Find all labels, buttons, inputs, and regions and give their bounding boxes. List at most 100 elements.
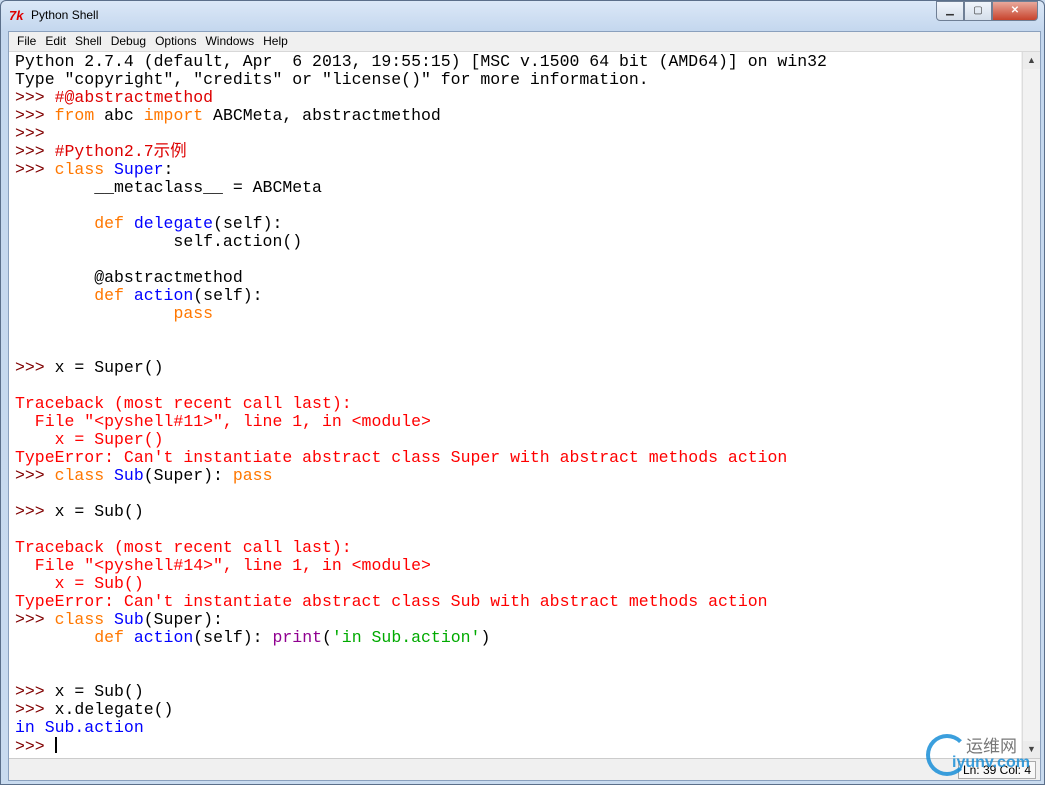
- code-text: (self):: [193, 286, 263, 305]
- error-text: File "<pyshell#11>", line 1, in <module>: [15, 412, 431, 431]
- definition-name: action: [133, 286, 194, 305]
- shell-line: x = Super(): [15, 431, 827, 449]
- close-button[interactable]: ✕: [992, 1, 1038, 21]
- title-bar[interactable]: 7k Python Shell ▁ ▢ ✕: [1, 1, 1044, 29]
- prompt: >>>: [15, 142, 55, 161]
- shell-line: >>> #@abstractmethod: [15, 89, 827, 107]
- comment: #Python2.7示例: [54, 142, 187, 161]
- shell-text-area[interactable]: Python 2.7.4 (default, Apr 6 2013, 19:55…: [9, 52, 1021, 758]
- shell-line: TypeError: Can't instantiate abstract cl…: [15, 593, 827, 611]
- keyword: class: [54, 610, 105, 629]
- prompt: >>>: [15, 160, 55, 179]
- shell-line: Python 2.7.4 (default, Apr 6 2013, 19:55…: [15, 53, 827, 71]
- definition-name: Sub: [114, 610, 144, 629]
- code-text: ABCMeta, abstractmethod: [203, 106, 441, 125]
- shell-line: Traceback (most recent call last):: [15, 395, 827, 413]
- menu-options[interactable]: Options: [152, 32, 202, 51]
- builtin: print: [272, 628, 322, 647]
- scroll-up-icon[interactable]: ▲: [1023, 52, 1040, 69]
- menu-debug[interactable]: Debug: [108, 32, 152, 51]
- shell-line: File "<pyshell#11>", line 1, in <module>: [15, 413, 827, 431]
- prompt: >>>: [15, 124, 45, 143]
- keyword: def: [94, 214, 124, 233]
- shell-line: def action(self): print('in Sub.action'): [15, 629, 827, 647]
- code-text: abc: [94, 106, 144, 125]
- prompt: >>>: [15, 682, 55, 701]
- menu-windows[interactable]: Windows: [202, 32, 260, 51]
- keyword: class: [54, 466, 105, 485]
- keyword: pass: [232, 466, 273, 485]
- code-text: x.delegate(): [54, 700, 174, 719]
- prompt: >>>: [15, 88, 55, 107]
- shell-line: TypeError: Can't instantiate abstract cl…: [15, 449, 827, 467]
- definition-name: action: [133, 628, 194, 647]
- shell-line: self.action(): [15, 233, 827, 251]
- maximize-icon: ▢: [973, 5, 983, 16]
- code-text: (self):: [193, 628, 273, 647]
- minimize-button[interactable]: ▁: [936, 1, 964, 21]
- code-text: Type "copyright", "credits" or "license(…: [15, 70, 649, 89]
- shell-line: >>> class Sub(Super): pass: [15, 467, 827, 485]
- shell-line: def action(self):: [15, 287, 827, 305]
- prompt: >>>: [15, 502, 55, 521]
- code-text: __metaclass__ = ABCMeta: [15, 178, 322, 197]
- maximize-button[interactable]: ▢: [964, 1, 992, 21]
- menu-help[interactable]: Help: [260, 32, 294, 51]
- client-area: File Edit Shell Debug Options Windows He…: [8, 31, 1041, 781]
- error-text: Traceback (most recent call last):: [15, 538, 352, 557]
- scroll-down-icon[interactable]: ▼: [1023, 741, 1040, 758]
- vertical-scrollbar[interactable]: ▲ ▼: [1022, 52, 1040, 758]
- code-text: (: [322, 628, 332, 647]
- menu-file[interactable]: File: [14, 32, 42, 51]
- shell-line: >>>: [15, 737, 827, 756]
- shell-line: File "<pyshell#14>", line 1, in <module>: [15, 557, 827, 575]
- error-text: File "<pyshell#14>", line 1, in <module>: [15, 556, 431, 575]
- definition-name: delegate: [133, 214, 214, 233]
- keyword: def: [94, 286, 124, 305]
- code-text: @abstractmethod: [15, 268, 243, 287]
- prompt: >>>: [15, 700, 55, 719]
- shell-line: >>> x.delegate(): [15, 701, 827, 719]
- code-text: (Super):: [143, 610, 223, 629]
- string-literal: 'in Sub.action': [331, 628, 481, 647]
- prompt: >>>: [15, 106, 55, 125]
- code-text: (Super):: [143, 466, 233, 485]
- window-title: Python Shell: [31, 8, 99, 22]
- definition-name: Sub: [114, 466, 144, 485]
- shell-output: Python 2.7.4 (default, Apr 6 2013, 19:55…: [15, 53, 827, 756]
- minimize-icon: ▁: [946, 5, 954, 16]
- cursor-position: Ln: 39 Col: 4: [957, 761, 1036, 779]
- error-text: Traceback (most recent call last):: [15, 394, 352, 413]
- menu-bar: File Edit Shell Debug Options Windows He…: [9, 32, 1040, 52]
- shell-line: >>> #Python2.7示例: [15, 143, 827, 161]
- shell-line: x = Sub(): [15, 575, 827, 593]
- shell-line: Traceback (most recent call last):: [15, 539, 827, 557]
- shell-line: in Sub.action: [15, 719, 827, 737]
- menu-shell[interactable]: Shell: [72, 32, 108, 51]
- status-bar: Ln: 39 Col: 4: [9, 758, 1040, 780]
- prompt: >>>: [15, 610, 55, 629]
- shell-line: @abstractmethod: [15, 269, 827, 287]
- shell-line: >>>: [15, 125, 827, 143]
- menu-edit[interactable]: Edit: [42, 32, 72, 51]
- keyword: def: [94, 628, 124, 647]
- keyword: class: [54, 160, 105, 179]
- shell-line: >>> x = Sub(): [15, 683, 827, 701]
- prompt: >>>: [15, 737, 55, 756]
- code-text: ): [480, 628, 491, 647]
- code-text: x = Super(): [54, 358, 164, 377]
